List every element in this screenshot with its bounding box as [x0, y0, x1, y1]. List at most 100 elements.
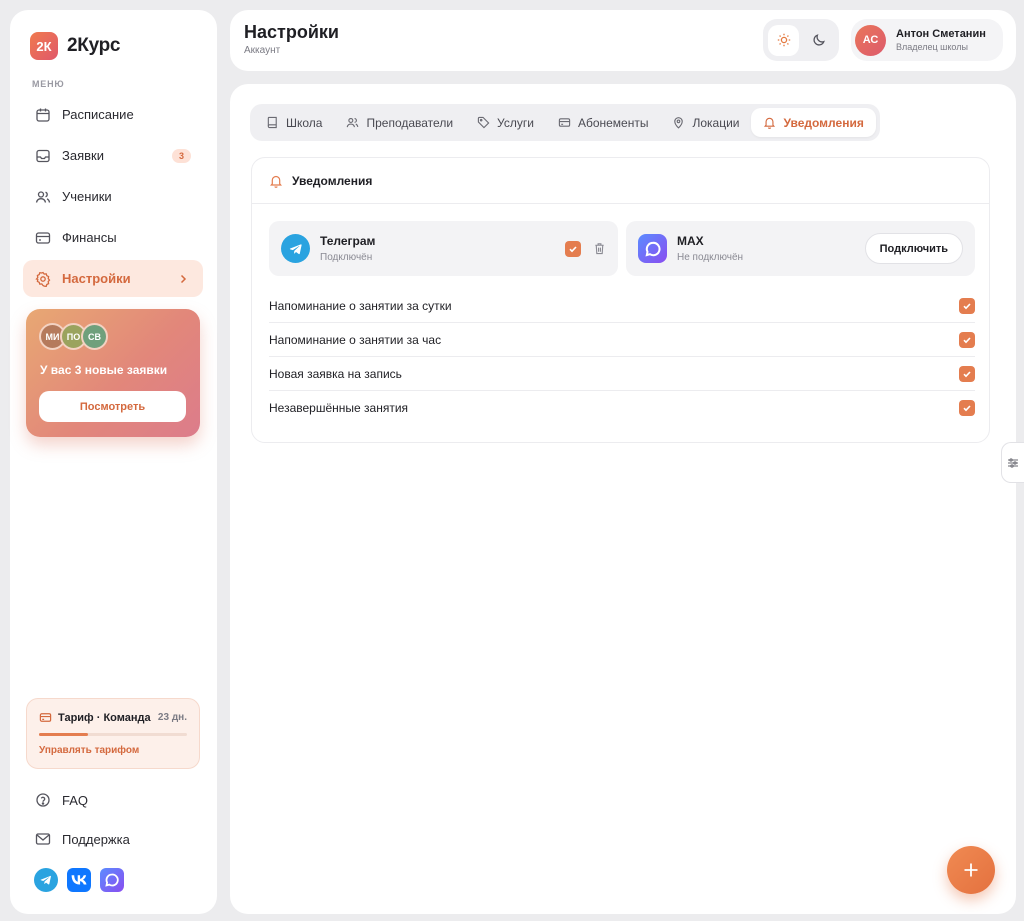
- card-icon: [558, 118, 571, 127]
- card-title: Уведомления: [292, 173, 373, 188]
- promo-text: У вас 3 новые заявки: [40, 363, 168, 377]
- logo-mark: 2К: [30, 32, 58, 60]
- tab-label: Локации: [692, 115, 740, 130]
- list-item: Напоминание о занятии за час: [269, 323, 975, 357]
- add-button[interactable]: [947, 846, 995, 894]
- tariff-card: Тариф · Команда 23 дн. Управлять тарифом: [26, 698, 200, 769]
- tab-locations[interactable]: Локации: [660, 108, 751, 137]
- max-icon: [638, 234, 667, 263]
- sidebar-item-label: Ученики: [62, 189, 112, 204]
- calendar-icon: [36, 108, 50, 122]
- integration-name: MAX: [677, 234, 704, 248]
- new-requests-promo: МИ ПО СВ У вас 3 новые заявки Посмотреть: [26, 309, 200, 437]
- sidebar-item-label: Поддержка: [62, 831, 130, 847]
- menu-caption: МЕНЮ: [32, 79, 65, 89]
- tab-services[interactable]: Услуги: [465, 108, 546, 137]
- requests-count-badge: 3: [171, 148, 191, 163]
- sidebar-item-faq[interactable]: FAQ: [23, 781, 203, 819]
- sidebar: 2К 2Курс МЕНЮ Расписание Заявки 3 Ученик…: [10, 10, 217, 914]
- list-item: Незавершённые занятия: [269, 391, 975, 425]
- light-theme-button[interactable]: [768, 24, 799, 56]
- sidebar-item-label: FAQ: [62, 792, 89, 808]
- manage-tariff-link[interactable]: Управлять тарифом: [39, 745, 139, 756]
- sidebar-item-requests[interactable]: Заявки 3: [23, 137, 203, 174]
- tariff-progress-fill: [39, 733, 88, 736]
- sidebar-item-students[interactable]: Ученики: [23, 178, 203, 215]
- sliders-icon: [1008, 457, 1018, 468]
- main-content: Школа Преподаватели Услуги Абонементы Ло…: [230, 84, 1016, 914]
- sun-icon: [777, 33, 790, 47]
- avatar: СВ: [81, 323, 108, 350]
- view-requests-button[interactable]: Посмотреть: [39, 391, 186, 422]
- bell-icon: [764, 117, 776, 129]
- option-checkbox[interactable]: [959, 400, 975, 416]
- sidebar-item-label: Расписание: [62, 107, 134, 122]
- plus-icon: [964, 863, 978, 877]
- tab-label: Услуги: [497, 115, 534, 130]
- tab-label: Уведомления: [783, 115, 864, 130]
- user-name: Антон Сметанин: [896, 28, 986, 40]
- user-role: Владелец школы: [896, 42, 968, 52]
- main-nav: Расписание Заявки 3 Ученики Финансы Наст…: [23, 96, 203, 301]
- sidebar-item-support[interactable]: Поддержка: [23, 820, 203, 858]
- tab-label: Школа: [286, 115, 323, 130]
- telegram-enabled-checkbox[interactable]: [565, 240, 581, 257]
- option-label: Напоминание о занятии за час: [269, 332, 442, 347]
- trash-icon[interactable]: [593, 242, 606, 255]
- max-icon[interactable]: [100, 868, 124, 892]
- card-header: Уведомления: [252, 158, 989, 204]
- connect-max-button[interactable]: Подключить: [864, 233, 963, 264]
- sidebar-item-settings[interactable]: Настройки: [23, 260, 203, 297]
- theme-toggle: [763, 19, 839, 61]
- option-checkbox[interactable]: [959, 365, 975, 382]
- telegram-icon[interactable]: [34, 868, 58, 892]
- tariff-title: Тариф · Команда: [58, 711, 151, 724]
- bell-icon: [270, 175, 282, 188]
- help-circle-icon: [36, 793, 50, 807]
- page-subtitle: Аккаунт: [244, 45, 281, 56]
- sidebar-item-label: Настройки: [62, 271, 131, 286]
- list-item: Напоминание о занятии за сутки: [269, 289, 975, 323]
- gear-icon: [35, 271, 51, 287]
- users-icon: [35, 190, 51, 203]
- max-integration: MAX Не подключён Подключить: [626, 221, 975, 276]
- telegram-icon: [281, 234, 310, 263]
- sidebar-item-finance[interactable]: Финансы: [23, 219, 203, 256]
- inbox-icon: [36, 149, 50, 162]
- tariff-days-left: 23 дн.: [157, 712, 187, 723]
- users-icon: [347, 117, 359, 128]
- tariff-progress-bar: [39, 733, 187, 736]
- user-profile-button[interactable]: АС Антон Сметанин Владелец школы: [851, 19, 1003, 61]
- tab-label: Преподаватели: [366, 115, 454, 130]
- card-icon: [39, 713, 52, 722]
- check-icon: [963, 405, 971, 412]
- tab-school[interactable]: Школа: [254, 108, 334, 137]
- sidebar-item-label: Финансы: [62, 230, 117, 245]
- chevron-right-icon: [180, 274, 187, 283]
- tab-notifications[interactable]: Уведомления: [751, 108, 876, 137]
- bottom-nav: FAQ Поддержка: [23, 781, 203, 859]
- notification-options: Напоминание о занятии за сутки Напоминан…: [269, 289, 975, 425]
- moon-icon: [812, 34, 825, 46]
- option-checkbox[interactable]: [959, 331, 975, 348]
- option-checkbox[interactable]: [959, 297, 975, 314]
- check-icon: [963, 336, 971, 343]
- tab-label: Абонементы: [577, 115, 649, 130]
- option-label: Напоминание о занятии за сутки: [269, 298, 452, 313]
- sidebar-item-label: Заявки: [62, 148, 104, 163]
- settings-tabs: Школа Преподаватели Услуги Абонементы Ло…: [250, 104, 880, 141]
- sidebar-item-schedule[interactable]: Расписание: [23, 96, 203, 133]
- check-icon: [963, 370, 971, 377]
- tab-subscriptions[interactable]: Абонементы: [546, 108, 661, 137]
- option-label: Незавершённые занятия: [269, 401, 409, 415]
- wallet-icon: [35, 231, 51, 244]
- dark-theme-button[interactable]: [803, 25, 834, 56]
- app-logo[interactable]: 2К 2Курс: [30, 32, 120, 60]
- filters-panel-toggle[interactable]: [1001, 442, 1024, 483]
- integration-name: Телеграм: [320, 234, 376, 248]
- avatar: АС: [855, 24, 886, 56]
- option-label: Новая заявка на запись: [269, 366, 402, 381]
- tab-teachers[interactable]: Преподаватели: [334, 108, 465, 137]
- vk-icon[interactable]: [67, 868, 91, 892]
- avatar-group: МИ ПО СВ: [39, 323, 108, 350]
